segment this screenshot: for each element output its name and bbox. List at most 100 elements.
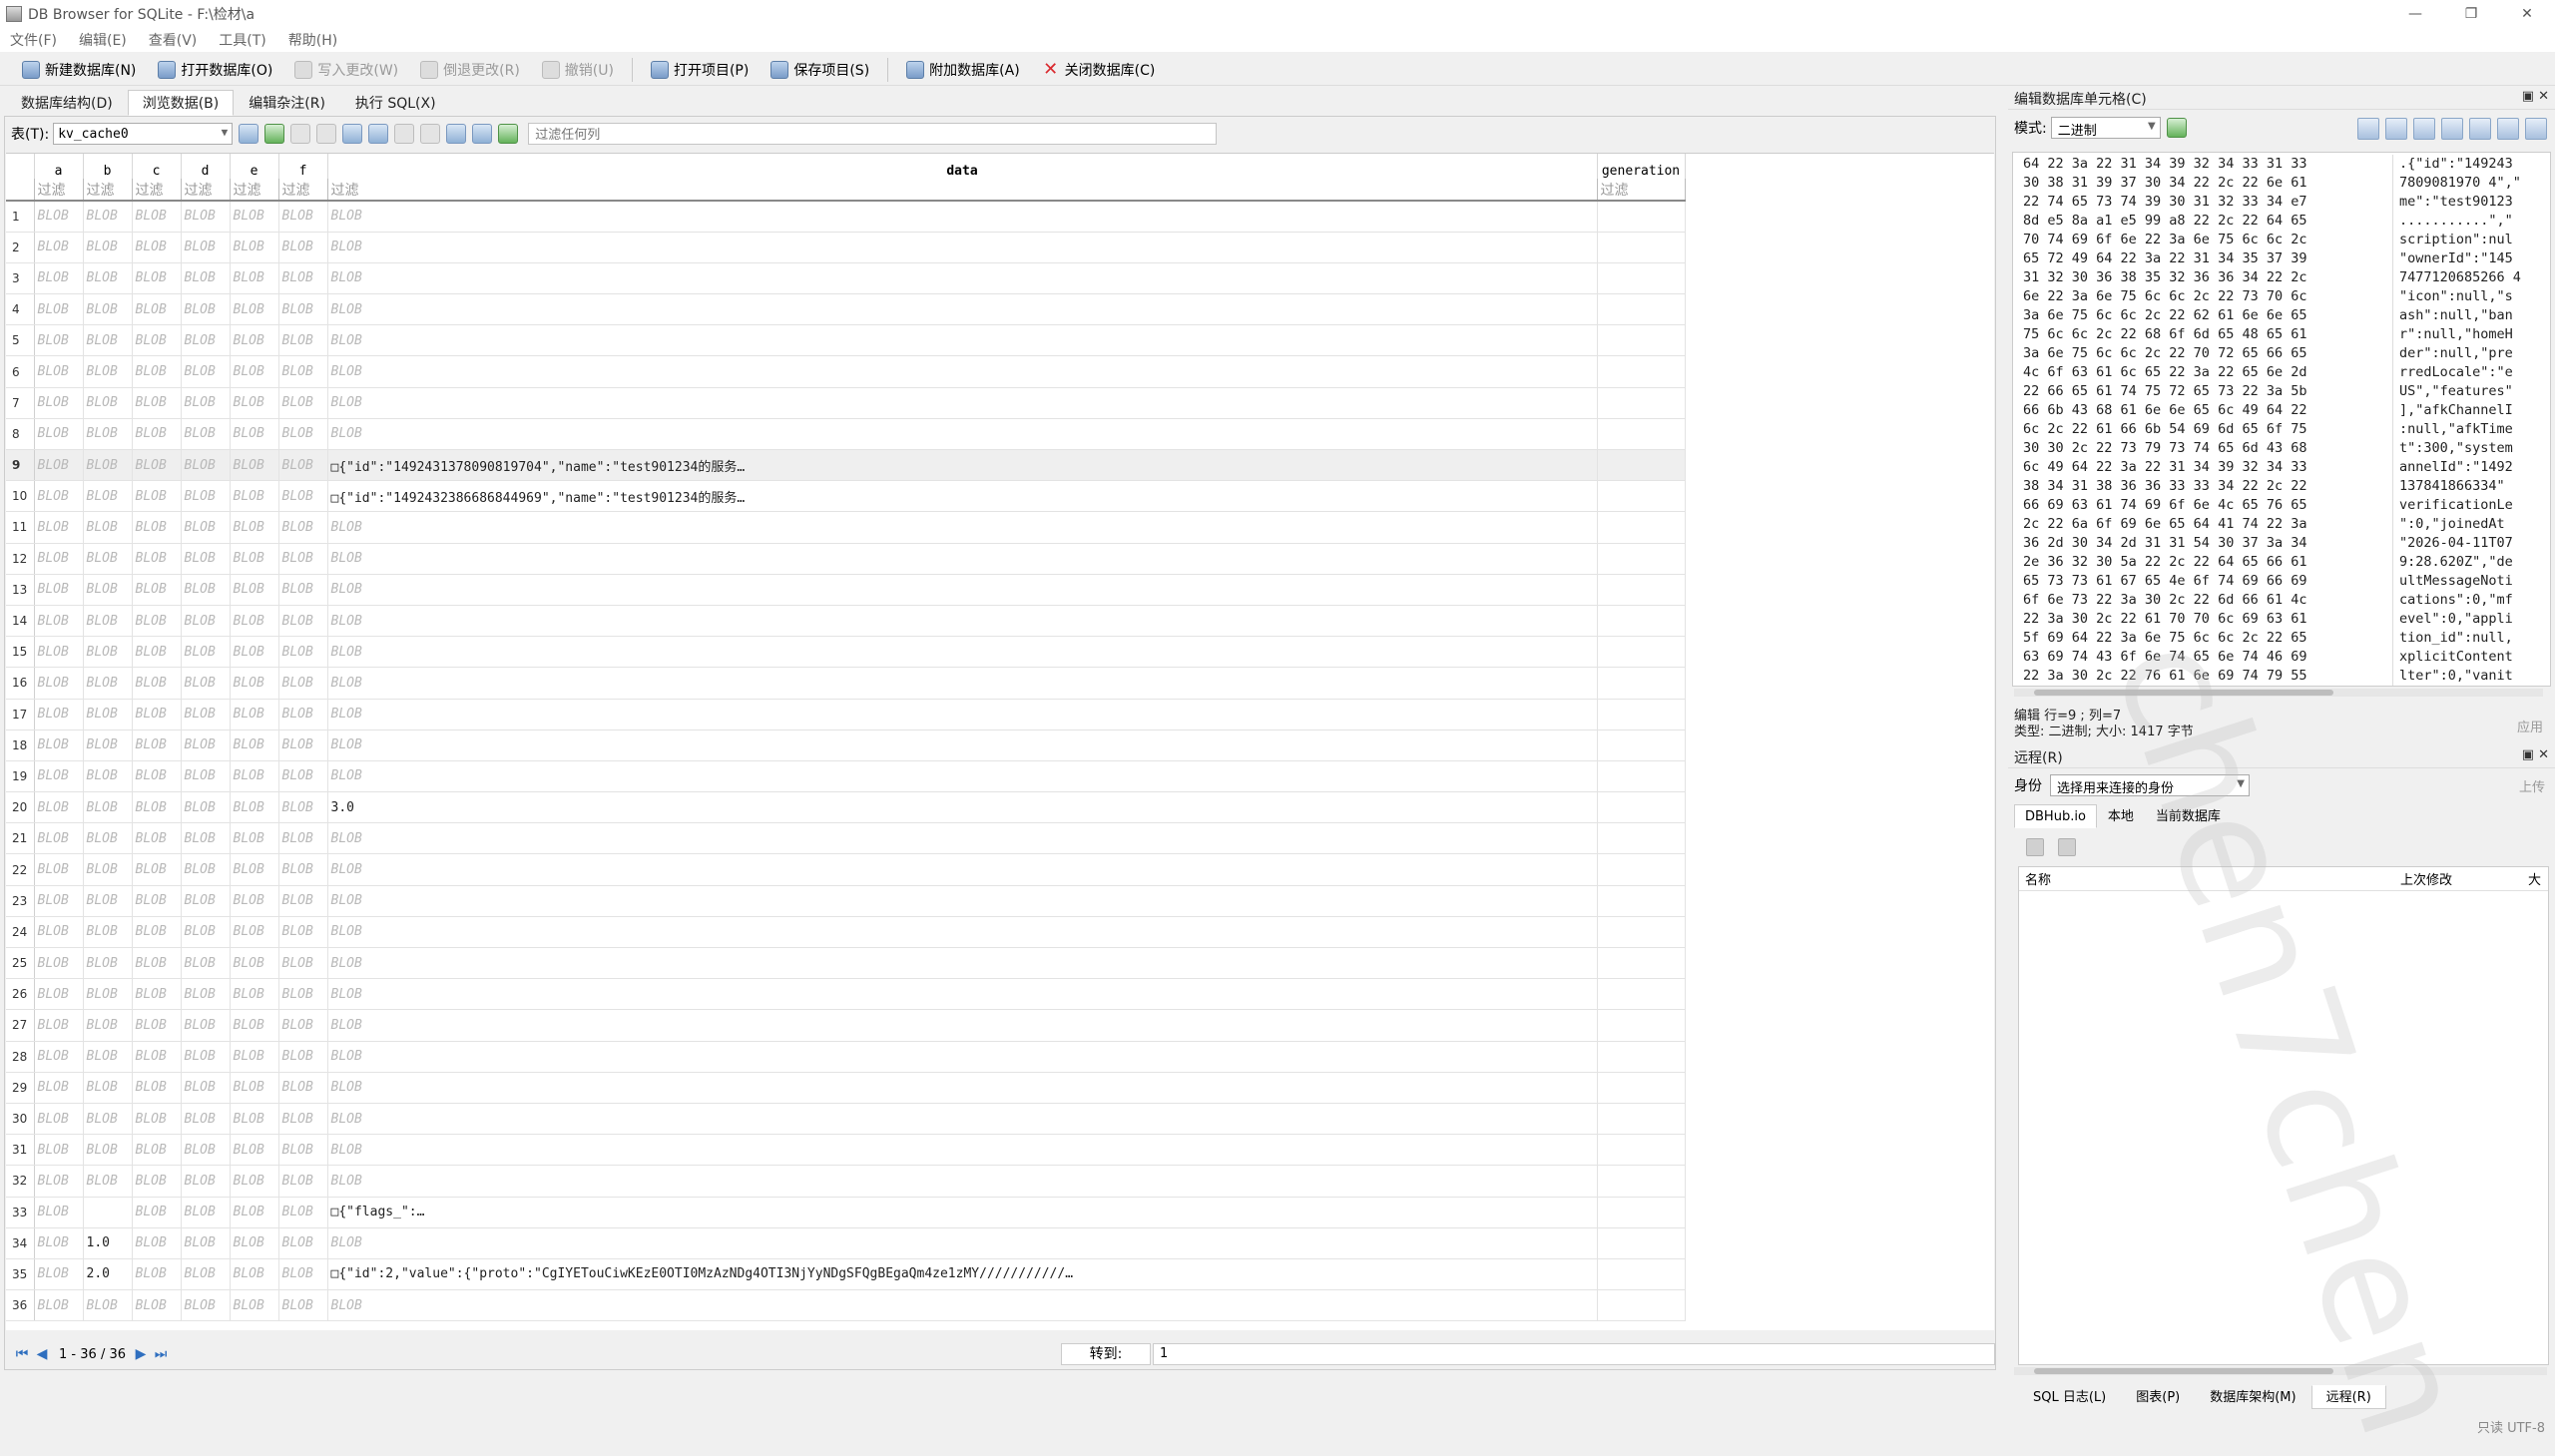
table-cell[interactable]: BLOB: [181, 574, 231, 606]
table-row[interactable]: 12 BLOB BLOB BLOB BLOB BLOB BLOB BLOB: [6, 543, 1686, 575]
table-cell[interactable]: [1597, 1165, 1686, 1198]
row-number[interactable]: 34: [6, 1227, 35, 1259]
table-cell[interactable]: BLOB: [278, 822, 328, 855]
table-row[interactable]: 10 BLOB BLOB BLOB BLOB BLOB BLOB □{"id":"149243…: [6, 480, 1686, 513]
row-number[interactable]: 8: [6, 418, 35, 451]
row-number[interactable]: 33: [6, 1197, 35, 1228]
table-cell[interactable]: [1597, 636, 1686, 669]
table-row[interactable]: 35 BLOB 2.0 BLOB BLOB BLOB BLOB □{"id":2,"value…: [6, 1258, 1686, 1291]
table-cell[interactable]: BLOB: [132, 201, 182, 233]
minimize-button[interactable]: —: [2387, 0, 2443, 28]
table-cell[interactable]: BLOB: [34, 543, 84, 575]
table-cell[interactable]: BLOB: [181, 1009, 231, 1042]
table-cell[interactable]: BLOB: [132, 1197, 182, 1228]
font-icon[interactable]: [446, 124, 467, 144]
table-row[interactable]: 7 BLOB BLOB BLOB BLOB BLOB BLOB BLOB: [6, 387, 1686, 419]
table-row[interactable]: 22 BLOB BLOB BLOB BLOB BLOB BLOB BLOB: [6, 853, 1686, 886]
table-cell[interactable]: [1597, 978, 1686, 1011]
table-cell[interactable]: BLOB: [83, 1289, 133, 1322]
table-cell[interactable]: BLOB: [181, 605, 231, 638]
table-cell[interactable]: BLOB: [34, 1289, 84, 1322]
table-cell[interactable]: BLOB: [230, 511, 279, 544]
table-cell[interactable]: BLOB: [230, 262, 279, 295]
table-cell[interactable]: BLOB: [132, 1041, 182, 1073]
table-cell[interactable]: BLOB: [34, 822, 84, 855]
table-cell[interactable]: BLOB: [83, 1072, 133, 1104]
table-cell[interactable]: [1597, 822, 1686, 855]
table-row[interactable]: 20 BLOB BLOB BLOB BLOB BLOB BLOB 3.0: [6, 791, 1686, 824]
table-cell[interactable]: BLOB: [132, 511, 182, 544]
table-row[interactable]: 28 BLOB BLOB BLOB BLOB BLOB BLOB BLOB: [6, 1041, 1686, 1073]
insert-record-icon[interactable]: [394, 124, 415, 144]
table-cell[interactable]: BLOB: [327, 1134, 1598, 1167]
table-cell[interactable]: [1597, 543, 1686, 575]
table-cell[interactable]: BLOB: [132, 636, 182, 669]
table-cell[interactable]: BLOB: [181, 232, 231, 263]
table-row[interactable]: 14 BLOB BLOB BLOB BLOB BLOB BLOB BLOB: [6, 605, 1686, 638]
table-cell[interactable]: BLOB: [327, 978, 1598, 1011]
table-row[interactable]: 36 BLOB BLOB BLOB BLOB BLOB BLOB BLOB: [6, 1289, 1686, 1322]
column-header[interactable]: a: [34, 154, 84, 179]
table-cell[interactable]: BLOB: [181, 262, 231, 295]
row-number[interactable]: 10: [6, 480, 35, 513]
import-icon[interactable]: [2357, 118, 2379, 140]
first-page-icon[interactable]: ⏮: [13, 1345, 31, 1363]
table-cell[interactable]: BLOB: [327, 201, 1598, 233]
reload-icon[interactable]: [264, 124, 285, 144]
table-cell[interactable]: BLOB: [230, 760, 279, 793]
table-cell[interactable]: BLOB: [327, 1072, 1598, 1104]
table-cell[interactable]: BLOB: [83, 791, 133, 824]
table-cell[interactable]: BLOB: [230, 822, 279, 855]
table-cell[interactable]: BLOB: [278, 667, 328, 700]
table-cell[interactable]: [1597, 511, 1686, 544]
table-cell[interactable]: BLOB: [181, 449, 231, 482]
table-cell[interactable]: BLOB: [327, 543, 1598, 575]
table-cell[interactable]: BLOB: [132, 1165, 182, 1198]
table-cell[interactable]: BLOB: [278, 324, 328, 357]
export-icon[interactable]: [2385, 118, 2407, 140]
table-cell[interactable]: BLOB: [34, 978, 84, 1011]
table-row[interactable]: 6 BLOB BLOB BLOB BLOB BLOB BLOB BLOB: [6, 355, 1686, 388]
table-cell[interactable]: BLOB: [34, 916, 84, 949]
table-cell[interactable]: BLOB: [278, 729, 328, 761]
table-cell[interactable]: BLOB: [83, 822, 133, 855]
table-cell[interactable]: BLOB: [83, 1165, 133, 1198]
null-icon[interactable]: [2413, 118, 2435, 140]
table-cell[interactable]: BLOB: [327, 822, 1598, 855]
row-number[interactable]: 30: [6, 1103, 35, 1136]
table-cell[interactable]: [1597, 480, 1686, 513]
table-cell[interactable]: BLOB: [132, 232, 182, 263]
row-number[interactable]: 32: [6, 1165, 35, 1198]
row-number[interactable]: 26: [6, 978, 35, 1011]
table-row[interactable]: 33 BLOB BLOB BLOB BLOB BLOB □{"flags_":…: [6, 1197, 1686, 1228]
table-cell[interactable]: BLOB: [230, 636, 279, 669]
row-number[interactable]: 25: [6, 947, 35, 980]
dock-close-icon[interactable]: ▣ ✕: [2522, 89, 2549, 104]
table-cell[interactable]: BLOB: [83, 1103, 133, 1136]
table-cell[interactable]: BLOB: [83, 1041, 133, 1073]
table-cell[interactable]: BLOB: [34, 1072, 84, 1104]
table-cell[interactable]: BLOB: [132, 355, 182, 388]
table-cell[interactable]: BLOB: [181, 885, 231, 917]
table-cell[interactable]: [1597, 232, 1686, 263]
table-cell[interactable]: BLOB: [132, 418, 182, 451]
table-cell[interactable]: BLOB: [230, 324, 279, 357]
table-cell[interactable]: BLOB: [230, 1072, 279, 1104]
table-cell[interactable]: BLOB: [34, 387, 84, 419]
table-cell[interactable]: BLOB: [230, 1289, 279, 1322]
table-cell[interactable]: BLOB: [327, 760, 1598, 793]
table-cell[interactable]: [1597, 853, 1686, 886]
table-cell[interactable]: BLOB: [230, 1227, 279, 1259]
table-cell[interactable]: BLOB: [34, 791, 84, 824]
table-row[interactable]: 9 BLOB BLOB BLOB BLOB BLOB BLOB □{"id":"1492431…: [6, 449, 1686, 482]
table-cell[interactable]: BLOB: [327, 916, 1598, 949]
refresh-table-icon[interactable]: [239, 124, 259, 144]
table-cell[interactable]: BLOB: [34, 1197, 84, 1228]
tab-dbhub[interactable]: DBHub.io: [2014, 804, 2097, 828]
table-cell[interactable]: BLOB: [132, 1258, 182, 1291]
table-cell[interactable]: BLOB: [230, 293, 279, 326]
column-header[interactable]: c: [132, 154, 182, 179]
table-cell[interactable]: BLOB: [181, 1165, 231, 1198]
table-cell[interactable]: BLOB: [278, 916, 328, 949]
row-number[interactable]: 17: [6, 699, 35, 730]
